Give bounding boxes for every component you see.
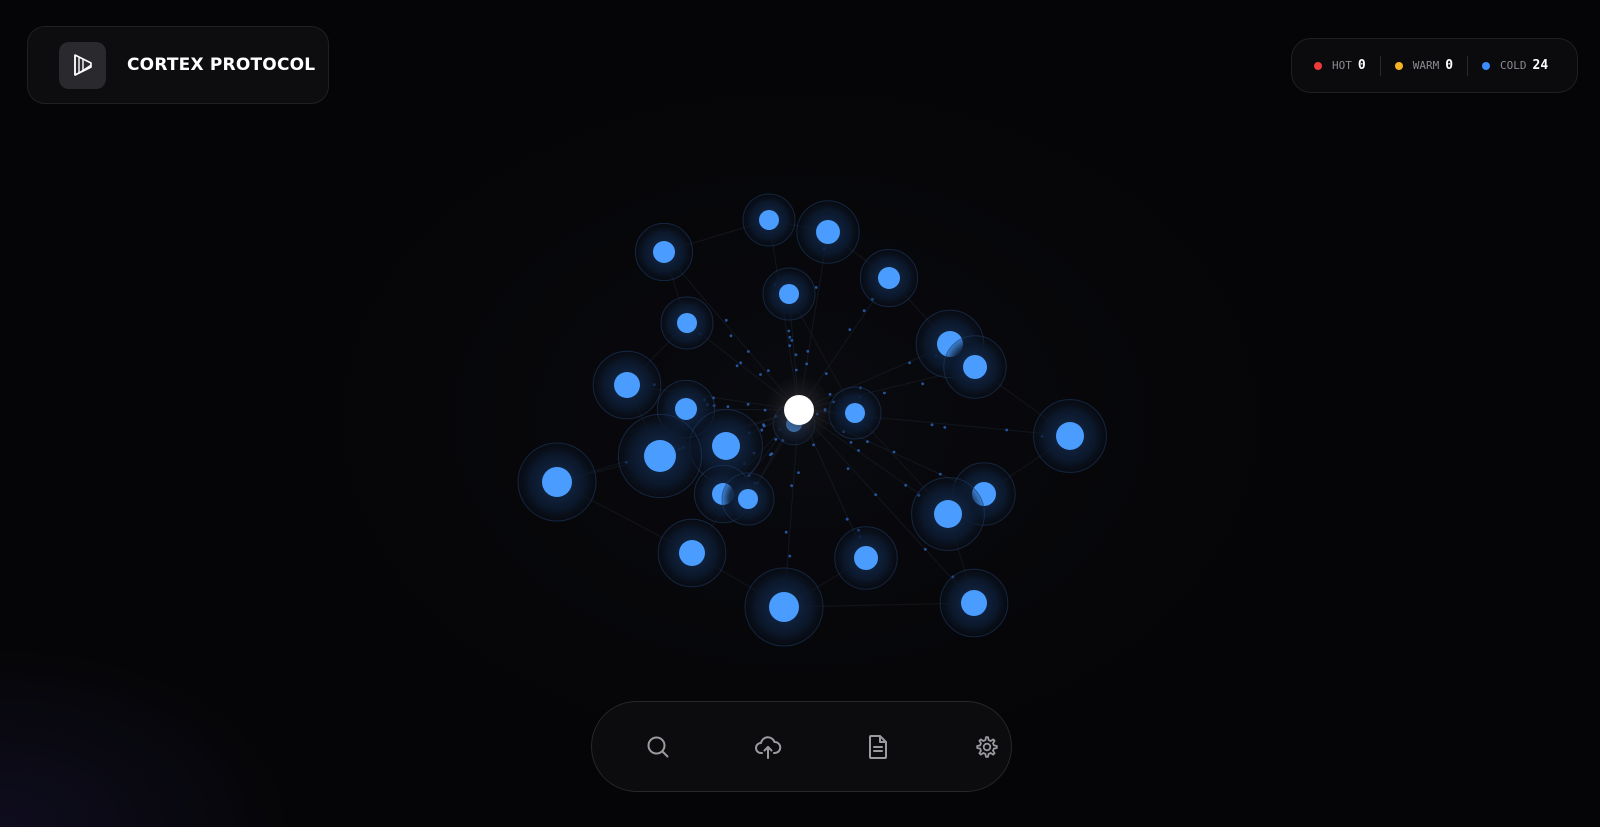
graph-particle xyxy=(805,362,809,366)
document-icon xyxy=(869,735,887,759)
graph-particle xyxy=(747,350,750,353)
graph-particle xyxy=(790,339,794,342)
memory-node-cold xyxy=(943,335,1007,399)
memory-node-cold xyxy=(939,568,1009,638)
graph-particle xyxy=(892,450,896,454)
memory-node-cold xyxy=(721,472,775,526)
memory-node-cold xyxy=(617,413,703,499)
memory-node-cold xyxy=(859,248,919,308)
memory-node-cold xyxy=(834,526,898,590)
node-core xyxy=(934,500,962,528)
graph-particle xyxy=(806,349,810,353)
memory-node-cold xyxy=(742,193,796,247)
node-core xyxy=(759,210,779,230)
node-core xyxy=(675,398,697,420)
graph-particle xyxy=(814,286,818,289)
memory-node-cold xyxy=(744,567,824,647)
graph-particle xyxy=(938,472,942,476)
graph-particle xyxy=(746,402,750,406)
graph-particle xyxy=(762,423,765,427)
memory-node-cold xyxy=(657,518,727,588)
graph-particle xyxy=(797,471,800,474)
node-core xyxy=(679,540,705,566)
graph-particle xyxy=(904,483,908,487)
center-node xyxy=(766,377,832,443)
graph-particle xyxy=(787,329,791,333)
node-core xyxy=(769,592,799,622)
graph-particle xyxy=(784,530,788,534)
node-core xyxy=(961,590,987,616)
graph-particle xyxy=(739,361,743,365)
graph-particle xyxy=(794,368,798,372)
graph-particle xyxy=(943,426,947,429)
upload-button[interactable] xyxy=(747,726,789,768)
graph-particle xyxy=(812,443,815,447)
node-core xyxy=(542,467,572,497)
settings-button[interactable] xyxy=(966,726,1008,768)
node-core xyxy=(644,440,676,472)
graph-particle xyxy=(788,335,792,339)
graph-particle xyxy=(908,361,911,365)
graph-particle xyxy=(848,328,852,331)
graph-particle xyxy=(726,405,730,408)
graph-particle xyxy=(735,364,739,368)
memory-node-cold xyxy=(796,200,860,264)
memory-node-cold xyxy=(592,350,662,420)
memory-node-cold xyxy=(517,442,597,522)
memory-node-cold xyxy=(1033,399,1107,473)
graph-particle xyxy=(921,382,925,386)
graph-particle xyxy=(845,517,849,521)
app-canvas: CORTEX PROTOCOL HOT 0 WARM 0 COLD 24 xyxy=(0,0,1600,827)
memory-node-cold xyxy=(828,386,882,440)
graph-particle xyxy=(788,554,792,558)
graph-particle xyxy=(862,309,866,313)
search-button[interactable] xyxy=(637,726,679,768)
graph-particle xyxy=(769,453,772,457)
memory-node-cold xyxy=(634,222,694,282)
node-core xyxy=(816,220,840,244)
center-node-core xyxy=(784,395,814,425)
graph-particle xyxy=(866,440,869,443)
graph-particle xyxy=(857,449,860,452)
graph-particle xyxy=(883,391,886,395)
graph-particle xyxy=(790,484,793,488)
graph-particle xyxy=(874,493,878,496)
graph-particle xyxy=(849,441,853,444)
node-core xyxy=(677,313,697,333)
node-core xyxy=(963,355,987,379)
node-core xyxy=(738,489,758,509)
node-core xyxy=(779,284,799,304)
graph-particle xyxy=(794,353,798,357)
documents-button[interactable] xyxy=(857,726,899,768)
graph-particle xyxy=(846,467,850,470)
node-core xyxy=(712,432,740,460)
node-core xyxy=(614,372,640,398)
bottom-toolbar xyxy=(591,701,1012,792)
memory-node-cold xyxy=(911,477,985,551)
node-core xyxy=(1056,422,1084,450)
node-core xyxy=(845,403,865,423)
search-icon xyxy=(647,736,669,758)
graph-particle xyxy=(774,437,778,441)
graph-particle xyxy=(930,423,934,427)
graph-particle xyxy=(729,334,733,338)
graph-particle xyxy=(824,372,828,375)
memory-node-cold xyxy=(660,296,714,350)
gear-icon xyxy=(976,736,998,758)
graph-particle xyxy=(828,392,832,396)
graph-particle xyxy=(1005,428,1009,432)
graph-particle xyxy=(923,547,927,551)
graph-particle xyxy=(788,344,792,348)
graph-particle xyxy=(724,318,728,322)
node-core xyxy=(854,546,878,570)
graph-particle xyxy=(759,373,762,376)
memory-node-cold xyxy=(762,267,816,321)
node-core xyxy=(878,267,900,289)
graph-nodes xyxy=(517,193,1107,647)
cloud-upload-icon xyxy=(755,736,782,759)
node-core xyxy=(653,241,675,263)
graph-particle xyxy=(767,369,770,372)
graph-particle xyxy=(760,428,764,432)
